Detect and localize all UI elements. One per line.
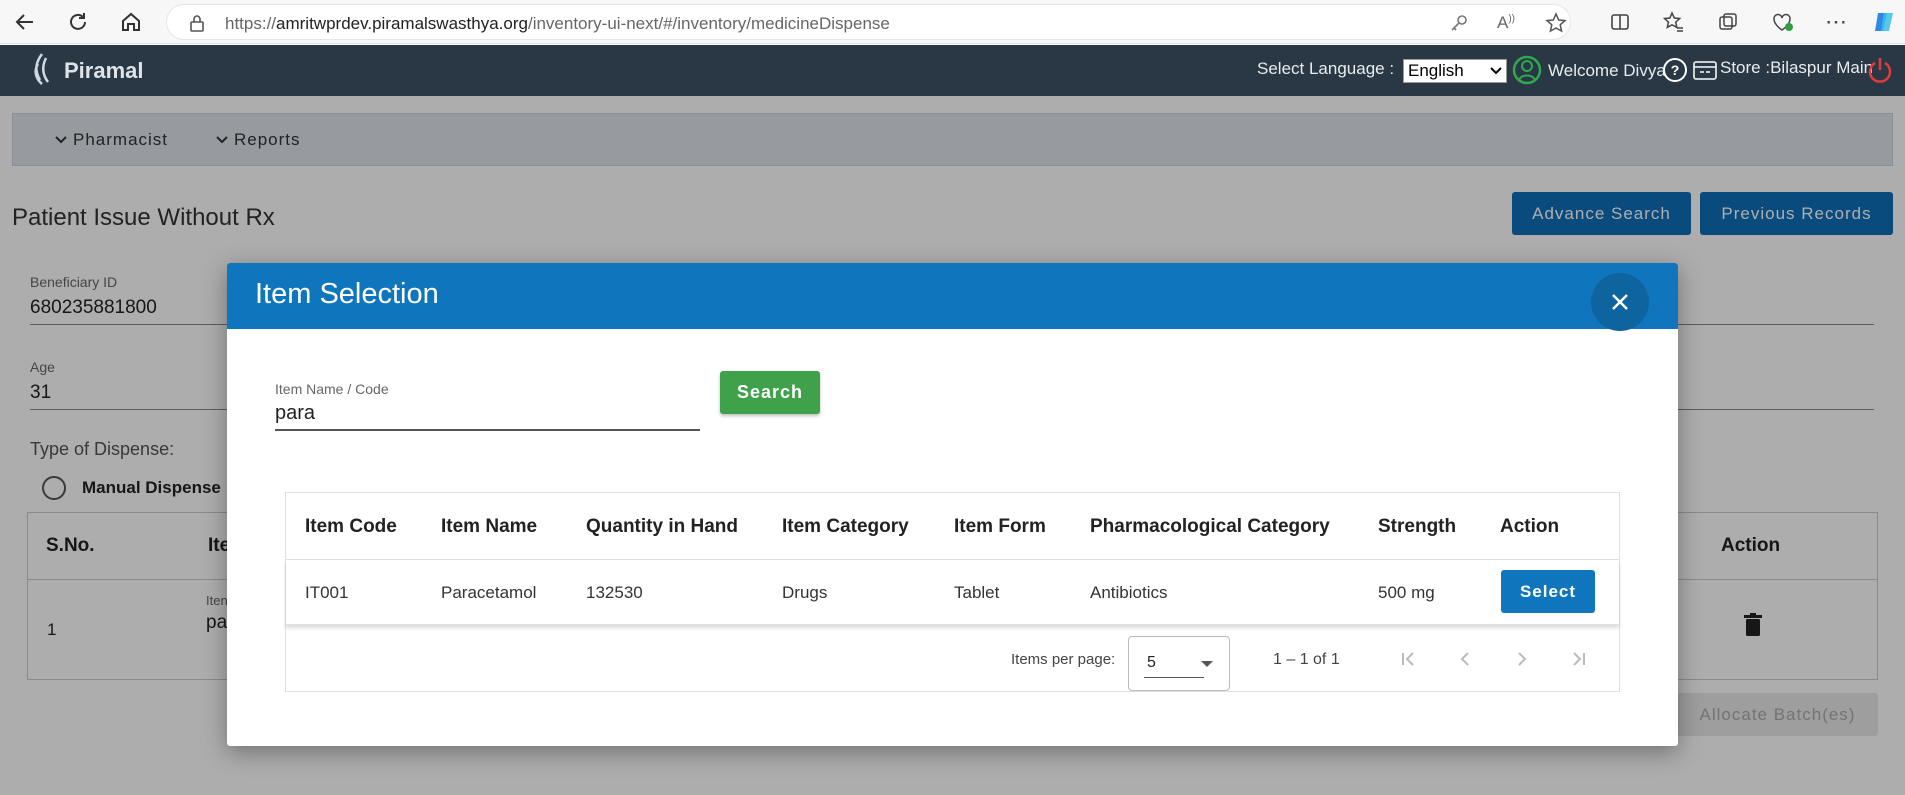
key-icon[interactable] bbox=[1449, 13, 1469, 38]
col-item-code: Item Code bbox=[305, 516, 397, 537]
cell-strength: 500 mg bbox=[1378, 583, 1435, 602]
store-icon bbox=[1692, 58, 1718, 87]
last-page-icon[interactable] bbox=[1565, 645, 1593, 673]
items-per-page-label: Items per page: bbox=[1011, 651, 1116, 668]
paginator: Items per page: 5 1 – 1 of 1 bbox=[286, 627, 1619, 692]
dialog-title: Item Selection bbox=[255, 278, 439, 310]
table-row[interactable]: IT001 Paracetamol 132530 Drugs Tablet An… bbox=[286, 560, 1619, 625]
item-name-code-underline bbox=[275, 429, 700, 431]
dialog-header: Item Selection bbox=[227, 263, 1678, 331]
home-icon[interactable] bbox=[117, 8, 145, 36]
svg-text:?: ? bbox=[1671, 62, 1680, 78]
cell-form: Tablet bbox=[954, 583, 1000, 602]
read-aloud-icon[interactable]: A)) bbox=[1497, 13, 1515, 33]
first-page-icon[interactable] bbox=[1394, 645, 1422, 673]
item-results-table: Item Code Item Name Quantity in Hand Ite… bbox=[285, 492, 1620, 692]
favorites-icon[interactable] bbox=[1660, 8, 1688, 36]
app-header: Piramal Select Language : English Welcom… bbox=[0, 45, 1905, 96]
piramal-logo: Piramal bbox=[28, 49, 144, 93]
page-size-underline bbox=[1144, 677, 1204, 678]
dropdown-caret-icon bbox=[1201, 661, 1213, 667]
table-header-row: Item Code Item Name Quantity in Hand Ite… bbox=[286, 493, 1619, 560]
next-page-icon[interactable] bbox=[1508, 645, 1536, 673]
item-selection-dialog: Item Selection Item Name / Code para Sea… bbox=[227, 263, 1678, 746]
refresh-icon[interactable] bbox=[64, 8, 92, 36]
cell-pharma-category: Antibiotics bbox=[1090, 583, 1168, 602]
collections-icon[interactable] bbox=[1714, 8, 1742, 36]
more-options-icon[interactable]: ⋯ bbox=[1822, 8, 1850, 36]
language-select[interactable]: English bbox=[1403, 59, 1507, 83]
cell-category: Drugs bbox=[782, 583, 828, 602]
col-item-form: Item Form bbox=[954, 516, 1046, 537]
col-action: Action bbox=[1500, 516, 1560, 537]
cell-quantity: 132530 bbox=[586, 583, 643, 602]
select-item-button[interactable]: Select bbox=[1501, 570, 1595, 613]
favorite-star-icon[interactable] bbox=[1545, 12, 1567, 39]
page-size-value: 5 bbox=[1147, 654, 1156, 671]
close-button[interactable] bbox=[1591, 273, 1649, 331]
close-icon bbox=[1612, 294, 1628, 310]
page-range-label: 1 – 1 of 1 bbox=[1273, 651, 1340, 668]
split-screen-icon[interactable] bbox=[1606, 8, 1634, 36]
chevron-down-icon bbox=[1490, 67, 1502, 75]
cell-item-name: Paracetamol bbox=[441, 583, 537, 602]
user-icon bbox=[1512, 55, 1542, 90]
item-name-code-input[interactable]: para bbox=[275, 402, 695, 428]
browser-health-icon[interactable] bbox=[1768, 8, 1796, 36]
url-text: https://amritwprdev.piramalswasthya.org/… bbox=[225, 14, 890, 33]
col-strength: Strength bbox=[1378, 516, 1457, 537]
search-button[interactable]: Search bbox=[720, 371, 820, 414]
language-value: English bbox=[1408, 61, 1464, 80]
browser-toolbar: https://amritwprdev.piramalswasthya.org/… bbox=[0, 0, 1905, 44]
help-icon[interactable]: ? bbox=[1662, 57, 1688, 88]
item-name-code-label: Item Name / Code bbox=[275, 381, 389, 397]
back-icon[interactable] bbox=[11, 8, 39, 36]
copilot-icon[interactable] bbox=[1870, 8, 1898, 36]
cell-item-code: IT001 bbox=[305, 583, 349, 602]
col-item-category: Item Category bbox=[782, 516, 909, 537]
col-quantity-in-hand: Quantity in Hand bbox=[586, 516, 738, 537]
address-bar[interactable]: https://amritwprdev.piramalswasthya.org/… bbox=[166, 4, 1571, 40]
logout-power-icon[interactable] bbox=[1867, 56, 1893, 89]
select-language-label: Select Language : bbox=[1257, 59, 1395, 78]
col-pharmacological-category: Pharmacological Category bbox=[1090, 516, 1330, 537]
store-text: Store :Bilaspur Main bbox=[1720, 58, 1874, 77]
previous-page-icon[interactable] bbox=[1451, 645, 1479, 673]
lock-icon bbox=[189, 14, 205, 37]
page-size-select[interactable]: 5 bbox=[1128, 636, 1230, 691]
logo-text: Piramal bbox=[64, 58, 144, 83]
col-item-name: Item Name bbox=[441, 516, 538, 537]
welcome-text: Welcome Divya bbox=[1548, 61, 1666, 80]
